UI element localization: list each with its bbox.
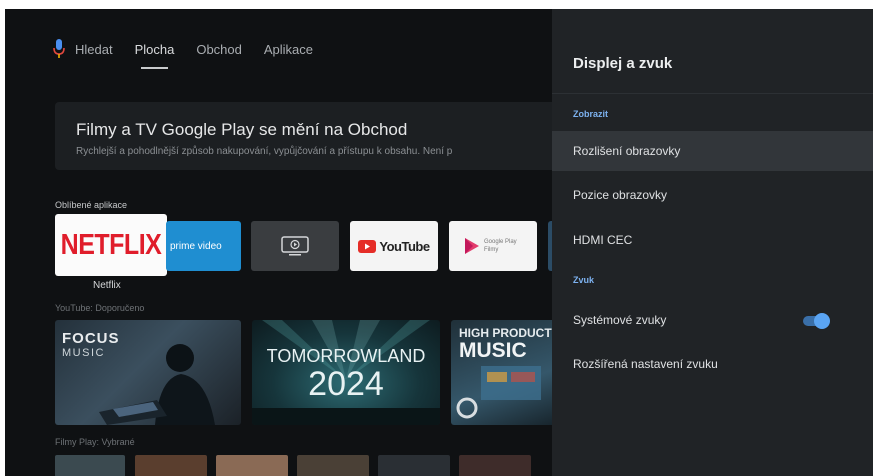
nav-search[interactable]: Hledat [75, 42, 113, 57]
google-play-movies-tile[interactable]: Google Play Filmy [449, 221, 537, 271]
display-section-header: Zobrazit [573, 109, 608, 119]
netflix-label: Netflix [93, 280, 121, 291]
setting-label: Rozlišení obrazovky [573, 144, 681, 158]
toggle-knob [814, 313, 830, 329]
tv-home-screen: Hledat Plocha Obchod Aplikace Filmy a TV… [5, 9, 873, 476]
tomorrowland-title: TOMORROWLAND [266, 346, 426, 366]
film-thumb[interactable] [216, 455, 288, 476]
setting-label: Systémové zvuky [573, 313, 667, 327]
video-card-high-production-music[interactable]: HIGH PRODUCT MUSIC [451, 320, 561, 425]
youtube-section-label: YouTube: Doporučeno [55, 303, 145, 313]
studio-illustration [456, 366, 541, 419]
favorites-section-label: Oblíbené aplikace [55, 200, 128, 210]
promo-banner[interactable]: Filmy a TV Google Play se mění na Obchod… [55, 102, 575, 170]
display-sound-settings-panel: Displej a zvuk Zobrazit Rozlišení obrazo… [552, 9, 873, 476]
video-card-focus-music[interactable]: FOCUS MUSIC [55, 320, 241, 425]
panel-title: Displej a zvuk [573, 55, 673, 72]
google-play-label: Google Play Filmy [484, 239, 517, 253]
film-thumb[interactable] [55, 455, 125, 476]
video-card-tomorrowland[interactable]: TOMORROWLAND 2024 [252, 320, 440, 425]
film-thumb[interactable] [297, 455, 369, 476]
setting-label: HDMI CEC [573, 233, 633, 247]
film-thumb[interactable] [378, 455, 450, 476]
prime-video-label: prime video [170, 240, 222, 252]
google-play-icon [465, 238, 479, 254]
setting-label: Rozšířená nastavení zvuku [573, 357, 718, 371]
nav-home[interactable]: Plocha [135, 42, 174, 69]
film-thumb[interactable] [135, 455, 207, 476]
netflix-app-tile[interactable]: NETFLIX [55, 214, 167, 276]
person-laptop-illustration [99, 344, 215, 425]
setting-label: Pozice obrazovky [573, 188, 668, 202]
setting-system-sounds[interactable]: Systémové zvuky [552, 300, 873, 340]
setting-screen-resolution[interactable]: Rozlišení obrazovky [552, 131, 873, 171]
film-thumb[interactable] [459, 455, 531, 476]
youtube-app-tile[interactable]: YouTube [350, 221, 438, 271]
prime-video-app-tile[interactable]: prime video [166, 221, 241, 271]
live-tv-app-tile[interactable] [251, 221, 339, 271]
setting-advanced-sound[interactable]: Rozšířená nastavení zvuku [552, 344, 873, 384]
youtube-icon [358, 239, 377, 253]
films-section-label: Filmy Play: Vybrané [55, 437, 135, 447]
microphone-icon[interactable] [53, 39, 65, 59]
setting-hdmi-cec[interactable]: HDMI CEC [552, 220, 873, 260]
sound-section-header: Zvuk [573, 275, 595, 285]
banner-title: Filmy a TV Google Play se mění na Obchod [76, 120, 408, 139]
nav-store[interactable]: Obchod [196, 42, 242, 57]
tomorrowland-year: 2024 [308, 365, 384, 403]
banner-subtitle: Rychlejší a pohodlnější způsob nakupován… [76, 146, 453, 157]
top-nav: Hledat Plocha Obchod Aplikace [53, 39, 335, 69]
youtube-label: YouTube [379, 238, 430, 254]
tv-play-icon [281, 236, 309, 256]
panel-divider [552, 93, 873, 94]
system-sounds-toggle[interactable] [803, 313, 830, 329]
netflix-logo: NETFLIX [60, 228, 162, 261]
nav-apps[interactable]: Aplikace [264, 42, 313, 57]
setting-screen-position[interactable]: Pozice obrazovky [552, 175, 873, 215]
